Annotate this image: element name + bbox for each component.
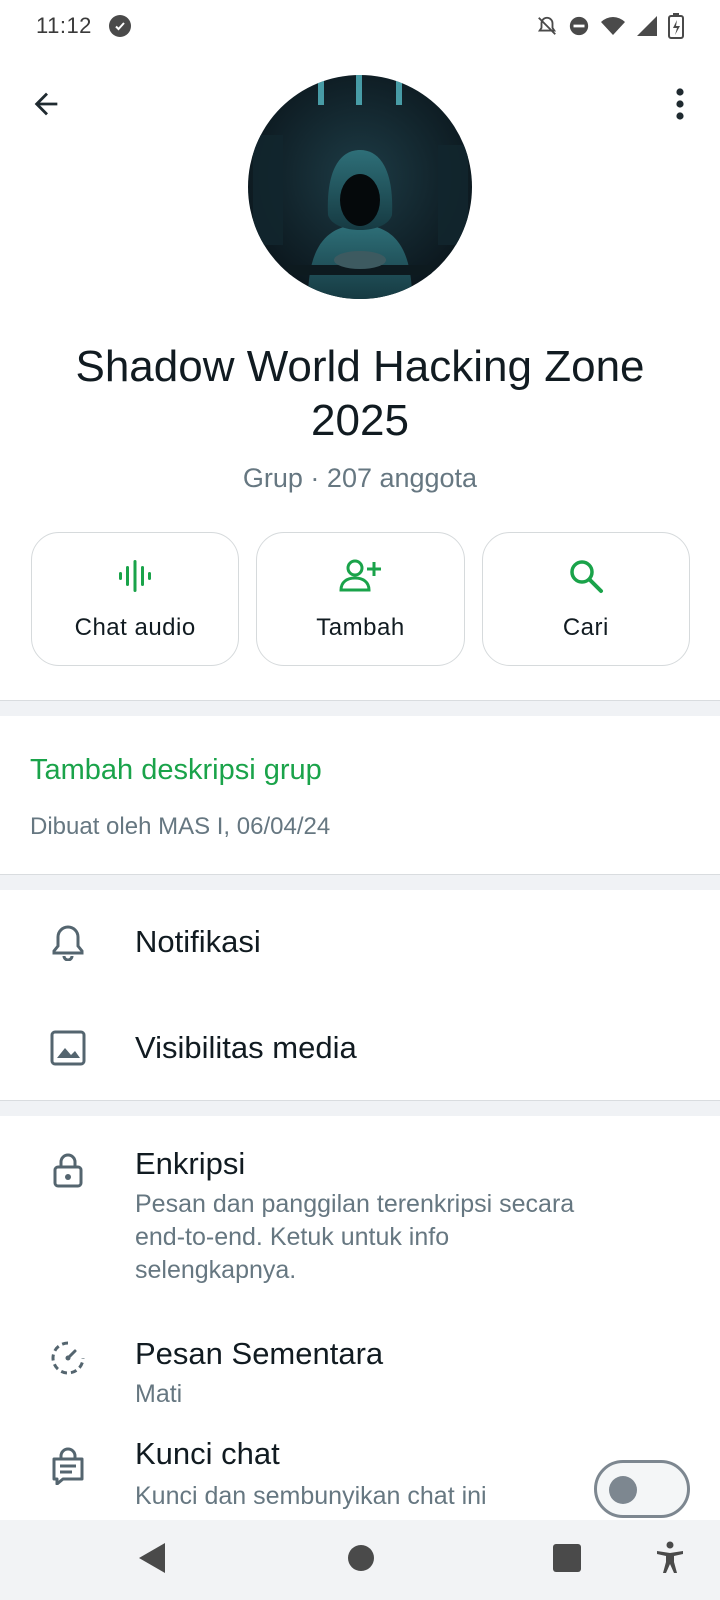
whatsapp-status-icon [108, 14, 132, 38]
nav-back-button[interactable] [130, 1538, 174, 1582]
chat-lock-icon [46, 1444, 90, 1488]
section-divider [0, 1100, 720, 1116]
signal-icon [636, 15, 658, 37]
wifi-icon [600, 15, 626, 37]
nav-accessibility-button[interactable] [648, 1538, 692, 1582]
disappearing-messages-row[interactable]: Pesan Sementara Mati [0, 1306, 720, 1420]
status-left: 11:12 [36, 13, 132, 39]
image-icon [46, 1026, 90, 1070]
add-member-label: Tambah [316, 613, 405, 641]
dnd-icon [568, 15, 590, 37]
status-bar: 11:12 [0, 0, 720, 52]
add-person-icon [338, 557, 382, 600]
chat-lock-toggle[interactable] [594, 1460, 690, 1518]
nav-home-button[interactable] [339, 1538, 383, 1582]
recents-square-icon [552, 1543, 582, 1578]
arrow-left-icon [29, 87, 63, 126]
notifications-title: Notifikasi [135, 924, 261, 959]
notifications-row[interactable]: Notifikasi [0, 890, 720, 996]
search-button[interactable]: Cari [481, 532, 690, 666]
chat-lock-title: Kunci chat [135, 1436, 280, 1471]
nav-recents-button[interactable] [545, 1538, 589, 1582]
back-button[interactable] [20, 80, 72, 132]
search-label: Cari [562, 613, 609, 641]
action-buttons: Chat audio Tambah Cari [31, 532, 690, 666]
media-visibility-title: Visibilitas media [135, 1030, 357, 1065]
add-member-button[interactable]: Tambah [256, 532, 465, 666]
battery-charging-icon [668, 13, 684, 39]
group-title: Shadow World Hacking Zone 2025 [75, 342, 645, 445]
add-description-link[interactable]: Tambah deskripsi grup [30, 754, 322, 787]
more-options-button[interactable] [658, 80, 702, 132]
section-divider [0, 700, 720, 716]
group-avatar[interactable] [248, 75, 472, 299]
system-nav-bar [0, 1520, 720, 1600]
status-time: 11:12 [36, 13, 92, 38]
bell-icon [46, 920, 90, 964]
chat-audio-label: Chat audio [74, 613, 196, 641]
section-divider [0, 874, 720, 890]
more-vert-icon [675, 87, 685, 126]
encryption-subtitle: Pesan dan panggilan terenkripsi secara e… [135, 1190, 575, 1284]
encryption-title: Enkripsi [135, 1146, 246, 1181]
back-triangle-icon [137, 1541, 167, 1580]
home-circle-icon [346, 1543, 376, 1578]
chat-lock-subtitle: Kunci dan sembunyikan chat ini [135, 1482, 487, 1510]
created-by-text: Dibuat oleh MAS I, 06/04/24 [30, 813, 331, 840]
group-subtitle[interactable]: Grup · 207 anggota [40, 463, 680, 494]
description-section: Tambah deskripsi grup Dibuat oleh MAS I,… [0, 716, 720, 874]
search-icon [567, 557, 605, 600]
chat-audio-button[interactable]: Chat audio [31, 532, 240, 666]
media-visibility-row[interactable]: Visibilitas media [0, 996, 720, 1100]
disappearing-messages-title: Pesan Sementara [135, 1336, 384, 1371]
timer-icon [46, 1336, 90, 1380]
disappearing-messages-status: Mati [135, 1380, 183, 1408]
accessibility-icon [655, 1541, 685, 1580]
status-right [536, 13, 684, 39]
lock-icon [46, 1148, 90, 1192]
audio-wave-icon [116, 557, 154, 600]
bell-off-icon [536, 15, 558, 37]
encryption-row[interactable]: Enkripsi Pesan dan panggilan terenkripsi… [0, 1116, 720, 1306]
toggle-knob [609, 1476, 637, 1504]
